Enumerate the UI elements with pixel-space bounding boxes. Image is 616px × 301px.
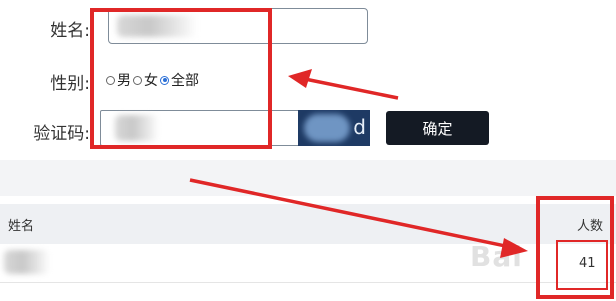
table-row[interactable]: [0, 244, 616, 282]
captcha-image[interactable]: d: [298, 110, 370, 146]
table-header: [0, 204, 616, 244]
confirm-button[interactable]: 确定: [386, 111, 489, 145]
annotation-box-form: [90, 8, 272, 149]
arrow-line-to-gender: [299, 76, 399, 100]
gender-label: 性别:: [50, 74, 90, 94]
watermark: Bai: [470, 240, 523, 273]
column-header-name: 姓名: [8, 219, 35, 234]
row-divider: [0, 282, 616, 283]
annotation-box-count-inner: [556, 240, 608, 290]
section-separator: [0, 160, 616, 196]
captcha-label: 验证码:: [33, 124, 90, 144]
blurred-row-name: [4, 250, 50, 274]
captcha-blur: [304, 114, 350, 142]
arrow-head-left-icon: [288, 69, 312, 88]
name-label: 姓名:: [50, 21, 90, 41]
captcha-glyph: d: [353, 115, 366, 139]
